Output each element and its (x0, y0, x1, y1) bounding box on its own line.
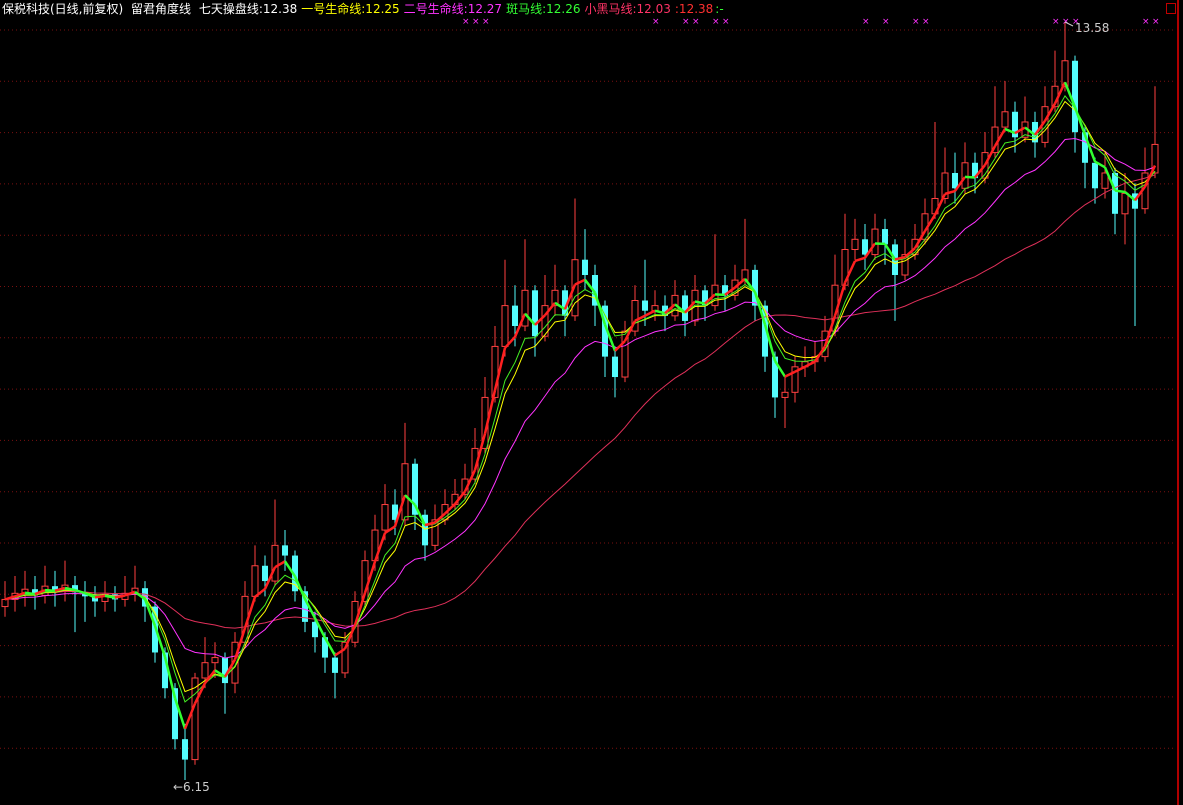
low-price-label: ←6.15 (173, 780, 210, 794)
candle-down (1092, 162, 1098, 189)
legend-item: :12.38 (674, 2, 714, 16)
signal-marker: × (682, 17, 690, 27)
right-border (1177, 0, 1179, 805)
qitian-operation-line (24, 591, 36, 596)
signal-marker: × (482, 17, 490, 27)
signal-marker: × (472, 17, 480, 27)
candle-up (211, 657, 219, 664)
candle-up (191, 677, 199, 761)
signal-marker: × (722, 17, 730, 27)
indicator-name: 留君角度线 (131, 2, 192, 16)
legend-item: 一号生命线:12.25 (301, 2, 400, 16)
line2-life-line (4, 138, 1156, 659)
candle-up (1, 598, 9, 608)
signal-marker: × (922, 17, 930, 27)
qitian-operation-line (94, 594, 106, 599)
candle-down (512, 305, 518, 327)
signal-marker: × (912, 17, 920, 27)
candle-down (182, 739, 188, 760)
candle-up (851, 238, 859, 251)
qitian-operation-line (714, 293, 726, 297)
legend-item: 二号生命线:12.27 (403, 2, 503, 16)
candle-up (741, 269, 749, 281)
window-toggle-icon[interactable] (1166, 3, 1176, 14)
candle-down (332, 657, 338, 673)
candle-up (401, 463, 409, 521)
candle-up (781, 391, 789, 398)
candle-up (1121, 192, 1129, 215)
candle-down (222, 657, 228, 684)
candle-up (201, 662, 209, 679)
qitian-operation-line (104, 594, 116, 599)
candle-up (1001, 111, 1009, 128)
signal-marker: × (462, 17, 470, 27)
candle-down (642, 300, 648, 311)
candle-up (271, 544, 279, 582)
candle-down (1112, 172, 1118, 214)
candle-down (532, 290, 538, 337)
candle-down (612, 356, 618, 378)
chart-header: 保税科技(日线,前复权) 留君角度线 七天操盘线:12.38 一号生命线:12.2… (2, 2, 730, 16)
signal-marker: × (692, 17, 700, 27)
signal-marker: × (712, 17, 720, 27)
xiaoheima-line (4, 174, 1156, 629)
qitian-operation-line (964, 175, 976, 179)
legend-item: 七天操盘线:12.38 (198, 2, 298, 16)
qitian-operation-line (44, 588, 56, 592)
candle-down (582, 259, 588, 276)
candle-up (961, 162, 969, 189)
candle-down (1072, 60, 1078, 133)
candle-down (862, 239, 868, 255)
signal-marker: × (652, 17, 660, 27)
candle-up (501, 305, 509, 347)
signal-marker: × (862, 17, 870, 27)
qitian-operation-line (74, 588, 86, 595)
legend-item: :- (715, 2, 724, 16)
stock-title: 保税科技(日线,前复权) (2, 2, 124, 16)
candle-up (381, 504, 389, 531)
high-price-label: 13.58 (1075, 21, 1109, 35)
candle-down (282, 545, 288, 556)
signal-marker: × (1142, 17, 1150, 27)
legend-item: 小黑马线:12.03 (584, 2, 671, 16)
signal-marker: × (1152, 17, 1160, 27)
qitian-operation-line (1114, 189, 1126, 194)
candle-down (882, 229, 888, 245)
candle-up (251, 565, 259, 597)
candle-down (262, 565, 268, 582)
candle-down (682, 295, 688, 321)
signal-marker: × (1052, 17, 1060, 27)
signal-marker: × (882, 17, 890, 27)
qitian-operation-line (124, 590, 136, 597)
candlestick-chart[interactable]: × × × × × × × × × × × × × × × × ×13.58←6.15 (0, 0, 1183, 805)
candle-up (871, 228, 879, 256)
qitian-operation-line (854, 256, 866, 263)
zebra-line (4, 95, 1156, 703)
legend-item: 斑马线:12.26 (506, 2, 581, 16)
line1-life-line (4, 100, 1156, 693)
